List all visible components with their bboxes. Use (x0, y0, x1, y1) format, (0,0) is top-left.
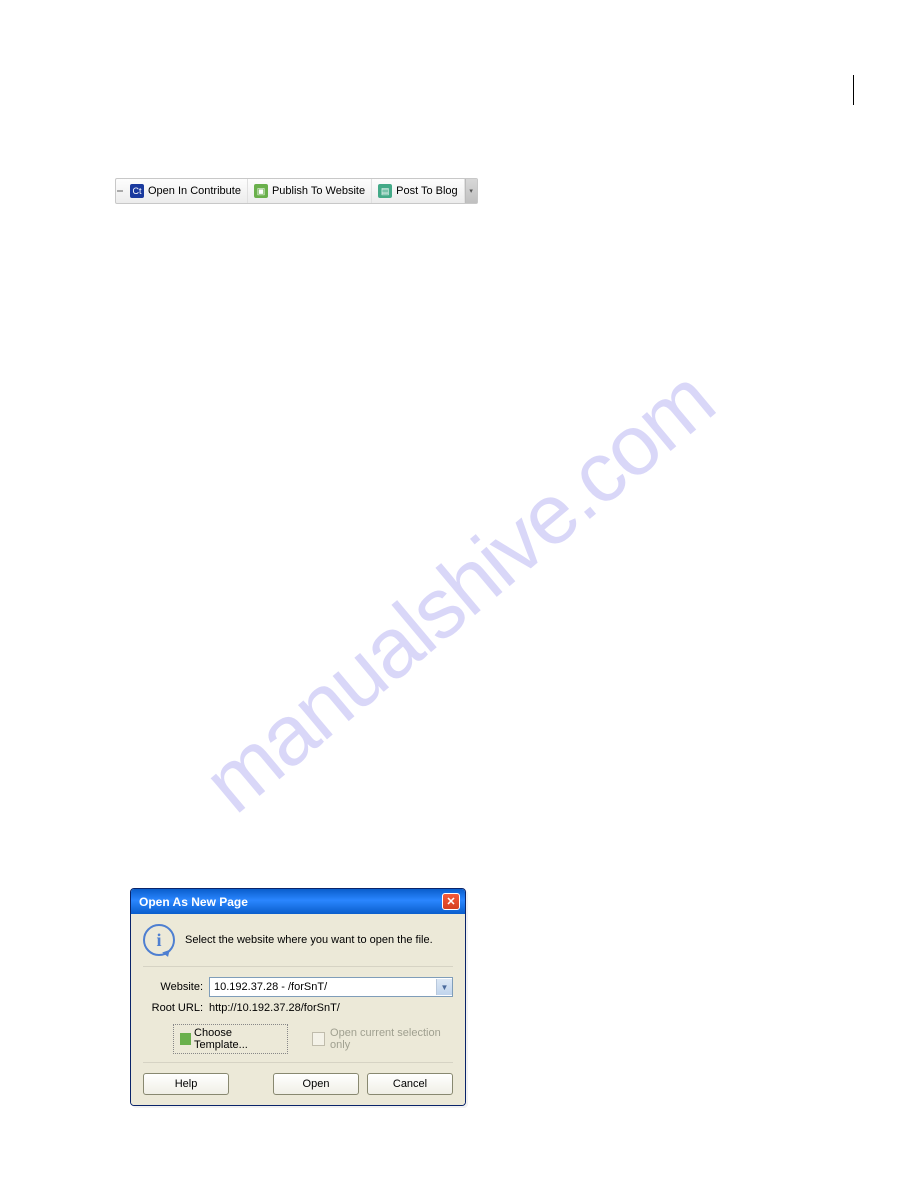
dialog-title: Open As New Page (139, 895, 248, 909)
root-url-row: Root URL: http://10.192.37.28/forSnT/ (143, 1002, 453, 1014)
website-selected-value: 10.192.37.28 - /forSnT/ (214, 981, 327, 993)
blog-icon: ▤ (378, 184, 392, 198)
watermark: manualshive.com (186, 352, 733, 833)
open-button[interactable]: Open (273, 1073, 359, 1095)
template-icon (180, 1033, 191, 1045)
text-cursor (853, 75, 854, 105)
toolbar-btn-label: Open In Contribute (148, 185, 241, 197)
button-bar: Help Open Cancel (143, 1062, 453, 1095)
publish-icon: ▣ (254, 184, 268, 198)
publish-to-website-button[interactable]: ▣ Publish To Website (248, 179, 372, 203)
open-as-new-page-dialog: Open As New Page ✕ i Select the website … (130, 888, 466, 1106)
open-selection-checkbox-row: Open current selection only (312, 1027, 453, 1051)
help-button[interactable]: Help (143, 1073, 229, 1095)
website-select[interactable]: 10.192.37.28 - /forSnT/ ▼ (209, 977, 453, 997)
cancel-button-label: Cancel (393, 1078, 427, 1090)
cancel-button[interactable]: Cancel (367, 1073, 453, 1095)
toolbar-btn-label: Post To Blog (396, 185, 458, 197)
choose-template-button[interactable]: Choose Template... (173, 1024, 288, 1054)
chevron-down-icon: ▼ (436, 979, 452, 995)
open-button-label: Open (303, 1078, 330, 1090)
info-row: i Select the website where you want to o… (143, 924, 453, 967)
close-icon: ✕ (446, 895, 455, 908)
contribute-icon: Ct (130, 184, 144, 198)
dialog-body: i Select the website where you want to o… (131, 914, 465, 1105)
close-button[interactable]: ✕ (442, 893, 460, 910)
toolbar-btn-label: Publish To Website (272, 185, 365, 197)
toolbar-gripper[interactable] (116, 179, 124, 203)
contribute-toolbar: Ct Open In Contribute ▣ Publish To Websi… (115, 178, 478, 204)
dialog-titlebar[interactable]: Open As New Page ✕ (131, 889, 465, 914)
website-row: Website: 10.192.37.28 - /forSnT/ ▼ (143, 977, 453, 997)
root-url-label: Root URL: (143, 1002, 209, 1014)
choose-template-label: Choose Template... (194, 1027, 281, 1051)
website-label: Website: (143, 981, 209, 993)
info-icon: i (143, 924, 175, 956)
open-in-contribute-button[interactable]: Ct Open In Contribute (124, 179, 248, 203)
post-to-blog-button[interactable]: ▤ Post To Blog (372, 179, 465, 203)
open-selection-checkbox[interactable] (312, 1032, 325, 1046)
info-text: Select the website where you want to ope… (185, 934, 433, 946)
help-button-label: Help (175, 1078, 198, 1090)
root-url-value: http://10.192.37.28/forSnT/ (209, 1002, 340, 1014)
template-row: Choose Template... Open current selectio… (173, 1024, 453, 1054)
toolbar-overflow[interactable]: ▾ (465, 179, 477, 203)
checkbox-label: Open current selection only (330, 1027, 453, 1051)
spacer (237, 1073, 265, 1095)
